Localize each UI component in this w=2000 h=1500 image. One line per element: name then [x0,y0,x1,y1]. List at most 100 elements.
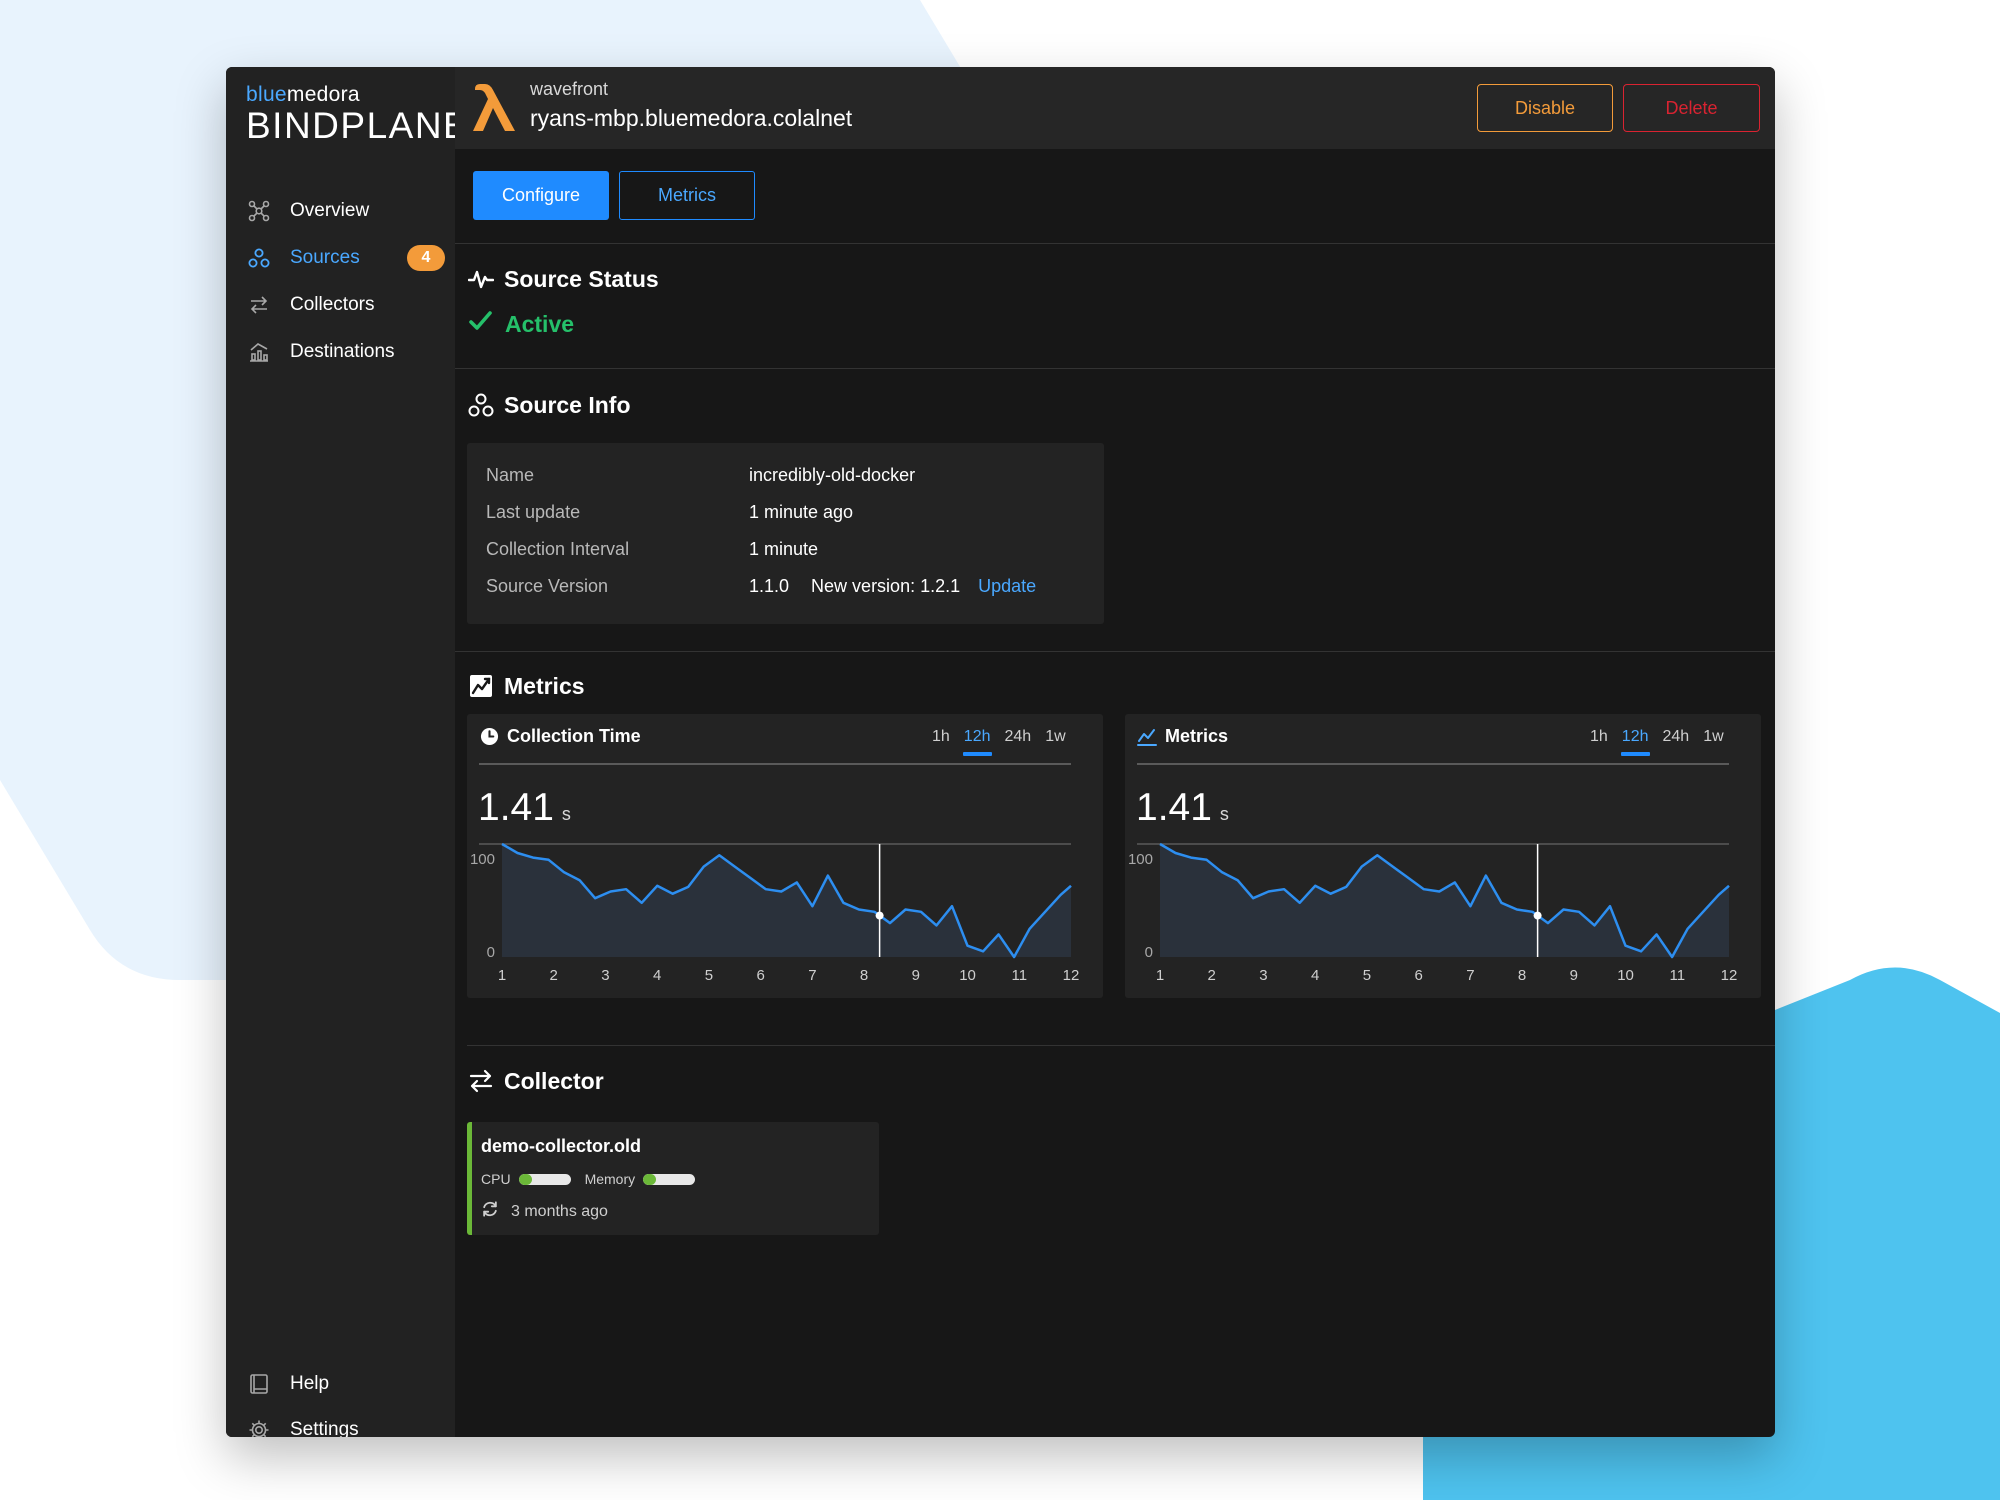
y-tick-label: 100 [470,851,495,868]
sidebar: bluemedora BINDPLANE Overview Sources 4 … [226,67,468,1437]
collector-card[interactable]: demo-collector.old CPU Memory 3 months a… [467,1122,879,1235]
x-tick-label: 12 [1721,967,1738,984]
sources-count-badge: 4 [407,245,445,271]
x-tick-label: 10 [959,967,976,984]
sidebar-item-destinations[interactable]: Destinations [226,328,455,375]
info-value: 1 minute [749,539,819,559]
metrics-card: 0 100 1 2 3 4 5 6 7 8 9 10 11 12 Metrics 1h 12h 24h 1… [1125,714,1761,998]
collectors-icon [246,292,272,318]
clock-icon [479,727,499,747]
status-indicator: Active [469,310,574,338]
range-tab-12h[interactable]: 12h [1620,728,1650,756]
sidebar-item-help[interactable]: Help [226,1361,455,1407]
sidebar-item-collectors[interactable]: Collectors [226,281,455,328]
collector-last-seen: 3 months ago [481,1200,608,1223]
new-version-notice: New version: 1.2.1 [811,576,961,596]
x-tick-label: 4 [1311,967,1319,984]
y-tick-label: 0 [1145,944,1153,961]
range-tab-12h[interactable]: 12h [962,728,992,756]
disable-button[interactable]: Disable [1477,84,1613,132]
collection-time-chart: 01001 2 3 4 5 6 7 8 9 10 11 12 [470,842,1080,984]
chart-area [502,844,1071,957]
value-unit: s [1219,804,1229,824]
logo: bluemedora BINDPLANE [246,83,469,147]
info-label: Last update [486,502,581,522]
sidebar-item-label: Help [290,1373,330,1394]
x-tick-label: 5 [705,967,713,984]
x-tick-label: 12 [1063,967,1080,984]
range-tab-1w[interactable]: 1w [1045,728,1065,746]
metrics-title: Metrics [504,672,585,699]
y-tick-label: 100 [1128,851,1153,868]
range-tab-1h[interactable]: 1h [932,728,950,746]
cpu-meter-fill [518,1173,532,1185]
source-status-title: Source Status [504,265,659,292]
tab-metrics[interactable]: Metrics [619,171,755,220]
sidebar-nav: Overview Sources 4 Collectors Destinatio… [226,187,455,375]
sidebar-item-overview[interactable]: Overview [226,187,455,234]
current-value: 1.41 s [478,786,571,830]
metrics-chart: 01001 2 3 4 5 6 7 8 9 10 11 12 [1128,842,1738,984]
source-info-card: Name incredibly-old-docker Last update 1… [467,443,1104,624]
x-tick-label: 4 [653,967,661,984]
x-tick-label: 3 [1259,967,1267,984]
source-status-heading: Source Status [467,265,659,293]
current-value: 1.41 s [1136,786,1229,830]
update-link[interactable]: Update [978,576,1036,597]
x-tick-label: 5 [1363,967,1371,984]
info-row-collection-interval: Collection Interval 1 minute [486,539,818,560]
sidebar-item-label: Overview [290,199,370,221]
delete-button[interactable]: Delete [1623,84,1760,132]
info-value: 1 minute ago [749,502,854,522]
value-number: 1.41 [478,786,554,829]
x-tick-label: 8 [1518,967,1526,984]
x-tick-label: 1 [498,967,506,984]
source-header: wavefront ryans-mbp.bluemedora.colalnet … [455,67,1775,149]
sidebar-item-label: Sources [290,246,360,268]
collection-time-card: 0 100 1 2 3 4 5 6 7 8 9 10 11 12 Collection Time 1h 1… [467,714,1103,998]
cpu-label: CPU [481,1171,511,1187]
value-number: 1.41 [1136,786,1212,829]
sidebar-bottom-nav: Help Settings [226,1361,455,1437]
divider [455,243,1775,244]
range-tab-24h[interactable]: 24h [1663,728,1690,746]
tab-configure[interactable]: Configure [473,171,609,220]
chart-area [1160,844,1729,957]
last-seen-text: 3 months ago [511,1202,608,1220]
logo-blue-text: blue [246,83,287,106]
sources-icon [246,245,272,271]
x-tick-label: 6 [756,967,764,984]
y-tick-label: 0 [487,944,495,961]
range-tab-1w[interactable]: 1w [1703,728,1723,746]
chart-header-rule [1137,763,1729,765]
sidebar-item-settings[interactable]: Settings [226,1407,455,1437]
info-value: 1.1.0 New version: 1.2.1 [749,576,960,597]
range-tabs: 1h 12h 24h 1w [1576,728,1724,756]
x-tick-label: 9 [1570,967,1578,984]
divider [455,368,1775,369]
chart-title: Collection Time [507,726,641,746]
checkmark-icon [469,310,495,338]
info-label: Source Version [486,576,609,596]
memory-meter [643,1173,696,1185]
info-row-source-version: Source Version 1.1.0 New version: 1.2.1 U… [486,576,1036,597]
status-value: Active [505,310,575,337]
x-tick-label: 3 [601,967,609,984]
value-unit: s [561,804,571,824]
main-content: wavefront ryans-mbp.bluemedora.colalnet … [455,67,1775,1437]
x-tick-label: 2 [1208,967,1216,984]
range-tab-24h[interactable]: 24h [1005,728,1032,746]
info-row-last-update: Last update 1 minute ago [486,502,853,523]
metrics-heading: Metrics [467,672,585,700]
x-tick-label: 11 [1669,967,1685,984]
chart-title: Metrics [1165,726,1229,746]
chart-header: Collection Time [479,726,641,747]
sidebar-item-sources[interactable]: Sources 4 [226,234,455,281]
source-type-label: wavefront [530,79,609,99]
divider [467,1045,1775,1046]
x-tick-label: 8 [860,967,868,984]
sidebar-item-label: Destinations [290,340,395,362]
range-tab-1h[interactable]: 1h [1590,728,1608,746]
sidebar-item-label: Settings [290,1419,359,1437]
x-tick-label: 6 [1414,967,1422,984]
